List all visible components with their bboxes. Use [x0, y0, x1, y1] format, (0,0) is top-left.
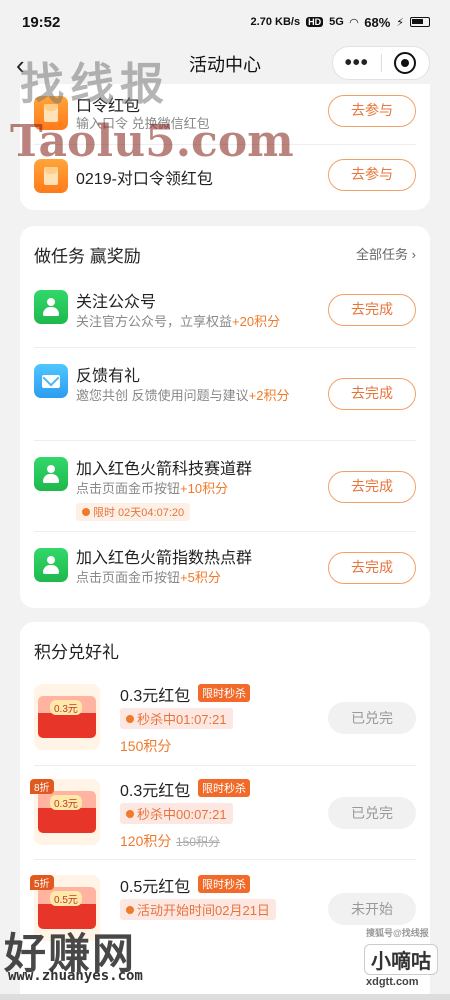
join-button[interactable]: 去参与: [328, 95, 416, 127]
thumb-label: 0.3元: [50, 700, 82, 715]
row-title: 0219-对口令领红包: [76, 171, 213, 188]
task-item: 关注公众号 关注官方公众号，立享权益+20积分 去完成: [20, 274, 430, 348]
task-item: 加入红色火箭科技赛道群 点击页面金币按钮+10积分 限时 02天04:07:20…: [20, 441, 430, 531]
group-icon: [34, 457, 68, 491]
wechat-official-icon: [34, 290, 68, 324]
time-limit-badge: 限时 02天04:07:20: [76, 503, 191, 521]
status-icons: 2.70 KB/s HD 5G ◠ 68% ⚡: [251, 15, 430, 30]
wifi-icon: ◠: [349, 16, 359, 29]
complete-button[interactable]: 去完成: [328, 471, 416, 503]
thumb-label: 0.3元: [50, 795, 82, 810]
hd-icon: HD: [306, 17, 324, 27]
flash-sale-badge: 限时秒杀: [198, 684, 250, 702]
countdown-badge: 秒杀中00:07:21: [120, 803, 233, 824]
redpacket-card: 口令红包 输入口令 兑换微信红包 去参与 0219-对口令领红包 去参与: [20, 84, 430, 210]
group-icon: [34, 548, 68, 582]
flash-sale-badge: 限时秒杀: [198, 779, 250, 797]
redpacket-icon: [34, 96, 68, 130]
row-title: 口令红包: [76, 98, 141, 115]
status-bar: 19:52 2.70 KB/s HD 5G ◠ 68% ⚡: [0, 0, 450, 44]
flash-sale-badge: 限时秒杀: [198, 875, 250, 893]
battery-icon: [410, 17, 430, 27]
exchange-status-button[interactable]: 已兑完: [328, 702, 416, 734]
task-item: 反馈有礼 邀您共创 反馈使用问题与建议+2积分 去完成: [20, 348, 430, 440]
prize-item: 5折 0.5元 0.5元红包 限时秒杀 活动开始时间02月21日 未开始: [20, 861, 430, 971]
task-desc: 点击页面金币按钮+10积分: [76, 481, 229, 496]
section-title: 积分兑好礼: [34, 643, 119, 662]
task-title: 关注公众号: [76, 294, 157, 311]
net-speed: 2.70 KB/s: [250, 16, 301, 28]
complete-button[interactable]: 去完成: [328, 378, 416, 410]
complete-button[interactable]: 去完成: [328, 294, 416, 326]
clock-icon: [126, 905, 134, 914]
task-desc: 关注官方公众号，立享权益+20积分: [76, 314, 281, 329]
task-desc: 邀您共创 反馈使用问题与建议+2积分: [76, 388, 290, 403]
clock-icon: [126, 809, 134, 818]
divider: [34, 765, 416, 766]
redpacket-thumbnail: 0.3元: [34, 684, 100, 750]
page-title: 活动中心: [189, 55, 261, 75]
list-item: 0219-对口令领红包 去参与: [20, 145, 430, 205]
join-button[interactable]: 去参与: [328, 159, 416, 191]
bottom-scroll-edge: [0, 994, 450, 1000]
tasks-card: 做任务 赢奖励 全部任务 › 关注公众号 关注官方公众号，立享权益+20积分 去…: [20, 226, 430, 608]
all-tasks-link[interactable]: 全部任务 ›: [356, 244, 416, 263]
mini-program-capsule: •••: [332, 46, 430, 80]
original-points: 150积分: [176, 835, 221, 849]
task-title: 反馈有礼: [76, 368, 141, 385]
back-icon[interactable]: ‹: [16, 50, 25, 81]
prize-name: 0.3元红包: [120, 688, 191, 705]
mail-icon: [34, 364, 68, 398]
task-title: 加入红色火箭科技赛道群: [76, 461, 253, 478]
complete-button[interactable]: 去完成: [328, 552, 416, 584]
task-title: 加入红色火箭指数热点群: [76, 550, 253, 567]
target-icon: [394, 52, 417, 74]
task-desc: 点击页面金币按钮+5积分: [76, 570, 221, 585]
discount-badge: 5折: [30, 875, 54, 890]
prize-points: 120积分: [120, 833, 172, 849]
prize-item: 0.3元 0.3元红包 限时秒杀 秒杀中01:07:21 150积分 已兑完: [20, 674, 430, 764]
prize-name: 0.3元红包: [120, 783, 191, 800]
exchange-status-button[interactable]: 未开始: [328, 893, 416, 925]
exchange-status-button[interactable]: 已兑完: [328, 797, 416, 829]
start-time-badge: 活动开始时间02月21日: [120, 899, 276, 920]
exchange-card: 积分兑好礼 0.3元 0.3元红包 限时秒杀 秒杀中01:07:21 150积分…: [20, 622, 430, 1000]
more-icon[interactable]: •••: [333, 52, 381, 75]
clock-icon: [126, 714, 134, 723]
countdown-badge: 秒杀中01:07:21: [120, 708, 233, 729]
discount-badge: 8折: [30, 779, 54, 794]
close-miniprogram-button[interactable]: [382, 52, 430, 74]
clock-icon: [82, 508, 90, 516]
redpacket-icon: [34, 159, 68, 193]
battery-level: 68%: [364, 14, 391, 30]
signal-icon: 5G: [329, 16, 344, 28]
prize-name: 0.5元红包: [120, 879, 191, 896]
thumb-label: 0.5元: [50, 891, 82, 906]
charging-icon: ⚡: [396, 16, 404, 29]
prize-item: 8折 0.3元 0.3元红包 限时秒杀 秒杀中00:07:21 120积分 15…: [20, 767, 430, 859]
section-title: 做任务 赢奖励: [34, 247, 141, 266]
list-item: 口令红包 输入口令 兑换微信红包 去参与: [20, 84, 430, 144]
divider: [34, 859, 416, 860]
task-item: 加入红色火箭指数热点群 点击页面金币按钮+5积分 去完成: [20, 532, 430, 606]
nav-bar: ‹ 活动中心 •••: [0, 44, 450, 84]
prize-points: 150积分: [120, 738, 172, 754]
status-time: 19:52: [22, 13, 61, 31]
row-subtitle: 输入口令 兑换微信红包: [76, 116, 210, 131]
